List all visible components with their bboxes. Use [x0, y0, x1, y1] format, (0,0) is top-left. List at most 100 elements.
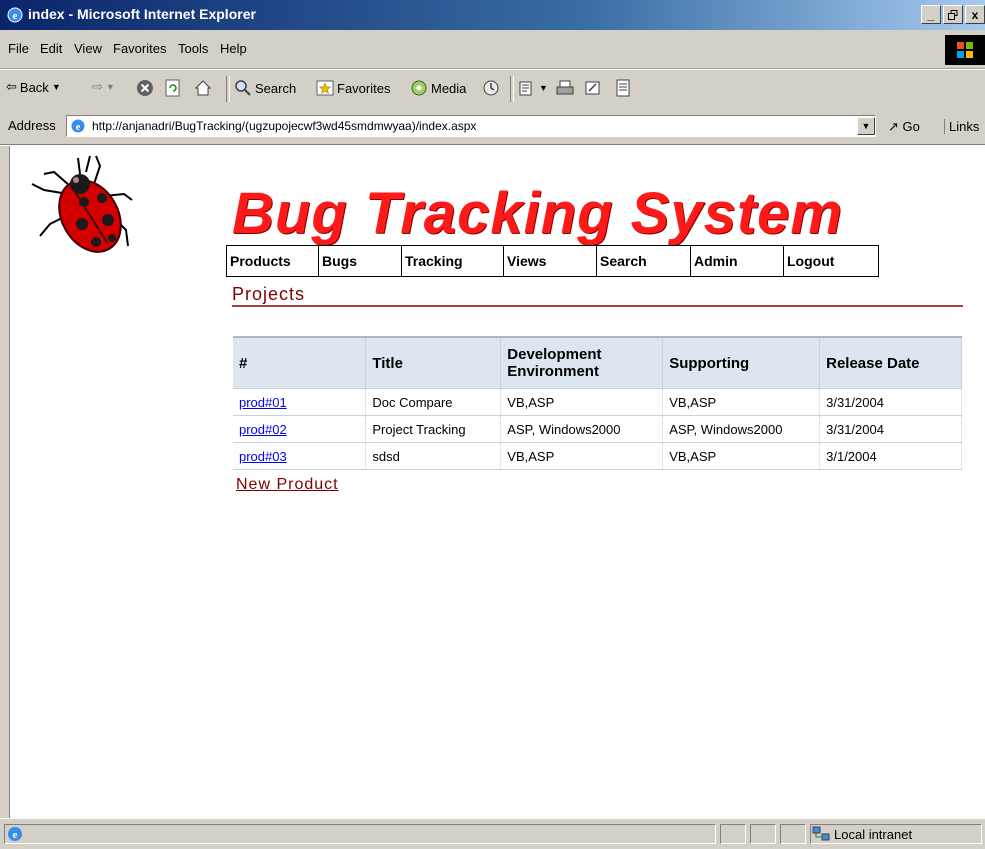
- mail-icon: [519, 81, 532, 96]
- nav-logout[interactable]: Logout: [784, 246, 878, 276]
- home-button[interactable]: [194, 79, 212, 97]
- status-pane: [780, 824, 806, 844]
- maximize-button[interactable]: [943, 5, 963, 24]
- table-cell: sdsd: [365, 442, 502, 470]
- nav-bugs[interactable]: Bugs: [319, 246, 402, 276]
- go-button[interactable]: ↗ Go: [888, 119, 920, 135]
- site-logo-text: Bug Tracking System: [232, 181, 844, 246]
- address-dropdown-button[interactable]: ▼: [857, 117, 875, 135]
- discuss-button[interactable]: [614, 79, 632, 97]
- menu-edit[interactable]: Edit: [40, 41, 62, 56]
- chevron-down-icon: ▼: [51, 82, 61, 92]
- section-title: Projects: [232, 284, 306, 304]
- section-divider: [232, 305, 963, 307]
- address-label: Address: [8, 118, 56, 133]
- history-icon: [483, 80, 499, 96]
- table-cell: ASP, Windows2000: [662, 415, 821, 443]
- menu-bar: File Edit View Favorites Tools Help: [0, 30, 985, 69]
- print-icon: [556, 80, 574, 95]
- svg-text:e: e: [76, 122, 81, 133]
- media-label: Media: [431, 80, 467, 96]
- browser-window: e index - Microsoft Internet Explorer _ …: [0, 0, 985, 849]
- menu-file[interactable]: File: [8, 41, 29, 56]
- favorites-button[interactable]: Favorites: [316, 79, 390, 97]
- windows-throbber-icon: [945, 35, 985, 65]
- favorites-label: Favorites: [337, 80, 391, 96]
- toolbar-separator: [226, 76, 230, 102]
- close-button[interactable]: x: [965, 5, 985, 24]
- table-row: prod#02 Project Tracking ASP, Windows200…: [233, 415, 962, 443]
- left-frame-edge: [0, 146, 10, 818]
- menu-view[interactable]: View: [74, 41, 102, 56]
- go-arrow-icon: ↗: [888, 119, 899, 134]
- edit-button[interactable]: [584, 79, 602, 97]
- print-button[interactable]: [556, 79, 574, 97]
- product-link[interactable]: prod#01: [239, 395, 287, 410]
- chevron-down-icon: ▼: [539, 83, 548, 93]
- minimize-button[interactable]: _: [921, 5, 941, 24]
- address-input[interactable]: e http://anjanadri/BugTracking/(ugzupoje…: [66, 115, 876, 137]
- table-cell: prod#01: [233, 388, 367, 416]
- nav-admin[interactable]: Admin: [691, 246, 784, 276]
- history-button[interactable]: [482, 79, 500, 97]
- zone-label: Local intranet: [834, 826, 913, 842]
- table-row: prod#01 Doc Compare VB,ASP VB,ASP 3/31/2…: [233, 388, 962, 416]
- status-pane: [750, 824, 776, 844]
- forward-button[interactable]: ⇨ ▼: [92, 79, 115, 95]
- refresh-icon: [165, 79, 180, 97]
- menu-help[interactable]: Help: [220, 41, 247, 56]
- status-pane: [720, 824, 746, 844]
- search-icon: [235, 80, 251, 96]
- search-label: Search: [255, 80, 297, 96]
- table-cell: prod#02: [233, 415, 367, 443]
- table-cell: ASP, Windows2000: [500, 415, 664, 443]
- menu-favorites[interactable]: Favorites: [113, 41, 166, 56]
- ie-logo-icon: e: [7, 7, 23, 23]
- table-cell: prod#03: [233, 442, 367, 470]
- table-cell: VB,ASP: [662, 388, 821, 416]
- media-button[interactable]: Media: [410, 79, 466, 97]
- toolbar-separator: [510, 76, 514, 102]
- favorites-icon: [316, 80, 334, 96]
- stop-icon: [137, 80, 153, 96]
- table-row: prod#03 sdsd VB,ASP VB,ASP 3/1/2004: [233, 442, 962, 470]
- nav-tracking[interactable]: Tracking: [402, 246, 504, 276]
- table-cell: VB,ASP: [500, 388, 664, 416]
- title-bar: e index - Microsoft Internet Explorer _ …: [0, 0, 985, 30]
- product-link[interactable]: prod#03: [239, 449, 287, 464]
- column-header-supporting: Supporting: [662, 336, 821, 389]
- column-header-dev-env: Development Environment: [500, 336, 664, 389]
- home-icon: [194, 80, 212, 96]
- search-button[interactable]: Search: [234, 79, 296, 97]
- back-button[interactable]: ⇦ Back ▼: [6, 79, 61, 95]
- table-header-row: # Title Development Environment Supporti…: [233, 336, 962, 389]
- nav-products[interactable]: Products: [227, 246, 319, 276]
- stop-button[interactable]: [136, 79, 154, 97]
- table-cell: VB,ASP: [662, 442, 821, 470]
- table-cell: Doc Compare: [365, 388, 502, 416]
- ladybug-logo-icon: [31, 155, 133, 253]
- refresh-button[interactable]: [164, 79, 182, 97]
- svg-text:e: e: [13, 10, 18, 22]
- new-product-link[interactable]: New Product: [236, 476, 339, 494]
- page-content: Bug Tracking System Products Bugs Tracki…: [10, 146, 985, 818]
- window-title: index - Microsoft Internet Explorer: [28, 6, 256, 22]
- mail-button[interactable]: ▼: [518, 79, 548, 97]
- table-cell: 3/31/2004: [819, 388, 962, 416]
- column-header-title: Title: [365, 336, 502, 389]
- menu-tools[interactable]: Tools: [178, 41, 208, 56]
- product-link[interactable]: prod#02: [239, 422, 287, 437]
- links-button[interactable]: Links: [944, 119, 979, 134]
- nav-search[interactable]: Search: [597, 246, 691, 276]
- table-cell: 3/31/2004: [819, 415, 962, 443]
- projects-table: # Title Development Environment Supporti…: [233, 336, 962, 470]
- back-label: Back: [19, 79, 49, 95]
- standard-toolbar: ⇦ Back ▼ ⇨ ▼ Search Favorites Media ▼: [0, 69, 985, 109]
- nav-views[interactable]: Views: [504, 246, 597, 276]
- address-url: http://anjanadri/BugTracking/(ugzupojecw…: [92, 119, 477, 133]
- intranet-icon: [812, 826, 830, 841]
- address-bar: Address e http://anjanadri/BugTracking/(…: [0, 108, 985, 145]
- chevron-down-icon: ▼: [105, 82, 115, 92]
- table-cell: 3/1/2004: [819, 442, 962, 470]
- go-label: Go: [902, 119, 920, 134]
